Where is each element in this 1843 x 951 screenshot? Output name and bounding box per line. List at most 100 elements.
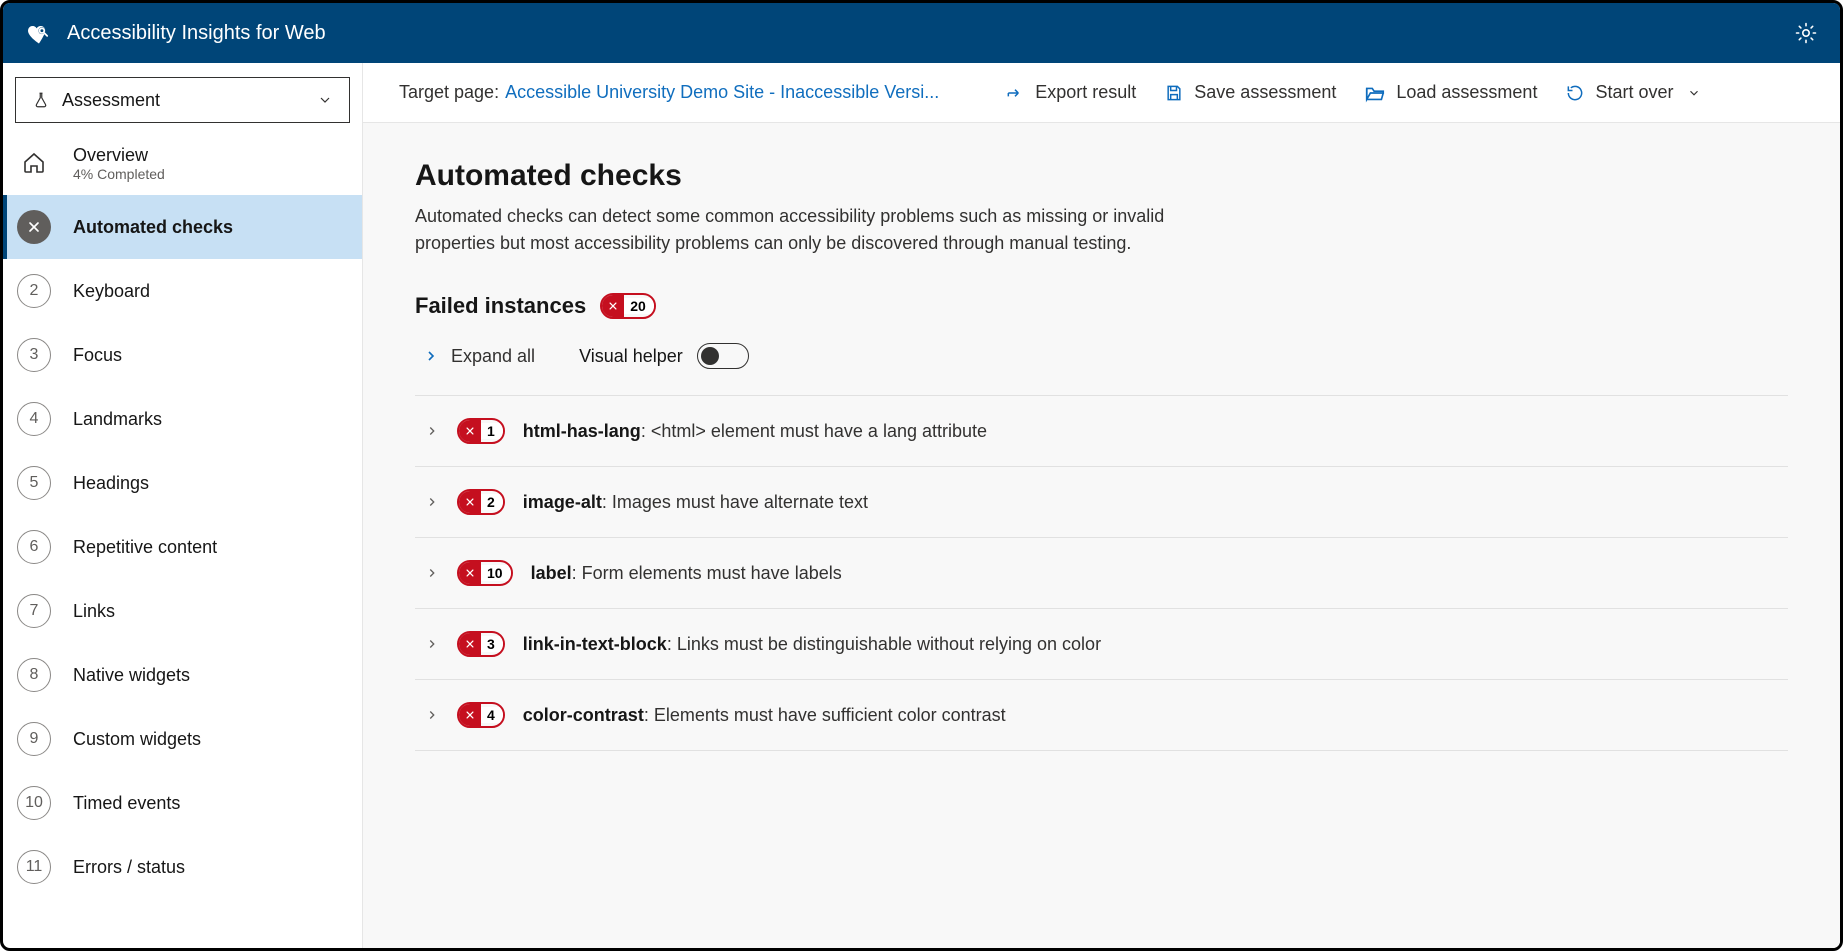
total-failures-badge: 20	[600, 293, 656, 319]
app-header: Accessibility Insights for Web	[3, 3, 1840, 63]
rule-count-badge: 2	[457, 489, 505, 515]
visual-helper-label: Visual helper	[579, 346, 683, 367]
sidebar-item-label: Errors / status	[73, 857, 185, 878]
chevron-right-icon	[425, 637, 439, 651]
rule-desc: Elements must have sufficient color cont…	[654, 705, 1006, 725]
step-number: 10	[17, 786, 51, 820]
flask-icon	[32, 91, 50, 109]
load-assessment-label: Load assessment	[1396, 82, 1537, 103]
failed-instances-heading: Failed instances	[415, 293, 586, 319]
step-number: 8	[17, 658, 51, 692]
sidebar-item-keyboard[interactable]: 2 Keyboard	[3, 259, 362, 323]
sidebar-item-repetitive-content[interactable]: 6 Repetitive content	[3, 515, 362, 579]
step-number: 7	[17, 594, 51, 628]
rule-desc: Images must have alternate text	[612, 492, 868, 512]
chevron-right-icon	[425, 708, 439, 722]
total-failures-count: 20	[624, 298, 654, 314]
export-result-button[interactable]: Export result	[1005, 82, 1136, 103]
sidebar-item-overview[interactable]: Overview 4% Completed	[3, 131, 362, 195]
rule-row[interactable]: 1 html-has-lang: <html> element must hav…	[415, 396, 1788, 467]
toggle-knob	[701, 347, 719, 365]
sidebar-item-label: Timed events	[73, 793, 180, 814]
overview-progress: 4% Completed	[73, 166, 165, 182]
fail-x-icon	[459, 491, 481, 513]
rule-count-badge: 4	[457, 702, 505, 728]
sidebar: Assessment Overview 4% Completed	[3, 63, 363, 948]
rule-row[interactable]: 2 image-alt: Images must have alternate …	[415, 467, 1788, 538]
overview-label: Overview	[73, 145, 165, 166]
page-description: Automated checks can detect some common …	[415, 203, 1235, 257]
rule-id: link-in-text-block	[523, 634, 667, 654]
app-logo-icon	[25, 19, 53, 47]
home-icon	[17, 146, 51, 180]
rule-count: 2	[481, 494, 503, 510]
step-number: 2	[17, 274, 51, 308]
rule-id: label	[531, 563, 572, 583]
fail-x-icon	[602, 295, 624, 317]
sidebar-item-errors-status[interactable]: 11 Errors / status	[3, 835, 362, 899]
save-assessment-label: Save assessment	[1194, 82, 1336, 103]
sidebar-item-automated-checks[interactable]: Automated checks	[3, 195, 362, 259]
fail-x-icon	[459, 633, 481, 655]
sidebar-item-landmarks[interactable]: 4 Landmarks	[3, 387, 362, 451]
step-number: 4	[17, 402, 51, 436]
sidebar-item-label: Headings	[73, 473, 149, 494]
assessment-dropdown[interactable]: Assessment	[15, 77, 350, 123]
sidebar-item-label: Links	[73, 601, 115, 622]
rule-count: 3	[481, 636, 503, 652]
chevron-down-icon	[317, 92, 333, 108]
sidebar-item-focus[interactable]: 3 Focus	[3, 323, 362, 387]
target-page-link[interactable]: Accessible University Demo Site - Inacce…	[505, 82, 939, 103]
load-assessment-button[interactable]: Load assessment	[1364, 82, 1537, 104]
step-number: 3	[17, 338, 51, 372]
rule-count: 10	[481, 565, 511, 581]
rule-row[interactable]: 3 link-in-text-block: Links must be dist…	[415, 609, 1788, 680]
rule-id: image-alt	[523, 492, 602, 512]
rules-list: 1 html-has-lang: <html> element must hav…	[415, 395, 1788, 751]
step-number: 6	[17, 530, 51, 564]
rule-id: html-has-lang	[523, 421, 641, 441]
rule-count-badge: 10	[457, 560, 513, 586]
start-over-label: Start over	[1595, 82, 1673, 103]
sidebar-nav: Overview 4% Completed Automated checks 2…	[3, 131, 362, 899]
save-assessment-button[interactable]: Save assessment	[1164, 82, 1336, 103]
app-title: Accessibility Insights for Web	[67, 22, 326, 45]
chevron-down-icon	[1687, 86, 1701, 100]
sidebar-item-headings[interactable]: 5 Headings	[3, 451, 362, 515]
rule-id: color-contrast	[523, 705, 644, 725]
expand-all-button[interactable]: Expand all	[423, 346, 535, 367]
sidebar-item-custom-widgets[interactable]: 9 Custom widgets	[3, 707, 362, 771]
rule-desc: Links must be distinguishable without re…	[677, 634, 1101, 654]
chevron-right-icon	[425, 424, 439, 438]
sidebar-item-timed-events[interactable]: 10 Timed events	[3, 771, 362, 835]
settings-button[interactable]	[1794, 21, 1818, 45]
sidebar-item-label: Landmarks	[73, 409, 162, 430]
rule-count: 1	[481, 423, 503, 439]
sidebar-item-label: Custom widgets	[73, 729, 201, 750]
command-bar: Target page: Accessible University Demo …	[363, 63, 1840, 123]
export-result-label: Export result	[1035, 82, 1136, 103]
rule-desc: <html> element must have a lang attribut…	[651, 421, 987, 441]
rule-row[interactable]: 10 label: Form elements must have labels	[415, 538, 1788, 609]
sidebar-item-links[interactable]: 7 Links	[3, 579, 362, 643]
step-number: 11	[17, 850, 51, 884]
sidebar-item-label: Focus	[73, 345, 122, 366]
fail-status-icon	[17, 210, 51, 244]
sidebar-item-label: Automated checks	[73, 217, 233, 238]
fail-x-icon	[459, 704, 481, 726]
page-heading: Automated checks	[415, 159, 1788, 193]
step-number: 9	[17, 722, 51, 756]
content-area: Target page: Accessible University Demo …	[363, 63, 1840, 948]
visual-helper-toggle[interactable]	[697, 343, 749, 369]
start-over-button[interactable]: Start over	[1565, 82, 1701, 103]
sidebar-item-label: Keyboard	[73, 281, 150, 302]
rule-row[interactable]: 4 color-contrast: Elements must have suf…	[415, 680, 1788, 751]
expand-all-label: Expand all	[451, 346, 535, 367]
assessment-dropdown-label: Assessment	[62, 90, 160, 111]
fail-x-icon	[459, 562, 481, 584]
sidebar-item-label: Native widgets	[73, 665, 190, 686]
sidebar-item-native-widgets[interactable]: 8 Native widgets	[3, 643, 362, 707]
rule-count: 4	[481, 707, 503, 723]
rule-count-badge: 3	[457, 631, 505, 657]
target-page-label: Target page:	[399, 82, 499, 103]
